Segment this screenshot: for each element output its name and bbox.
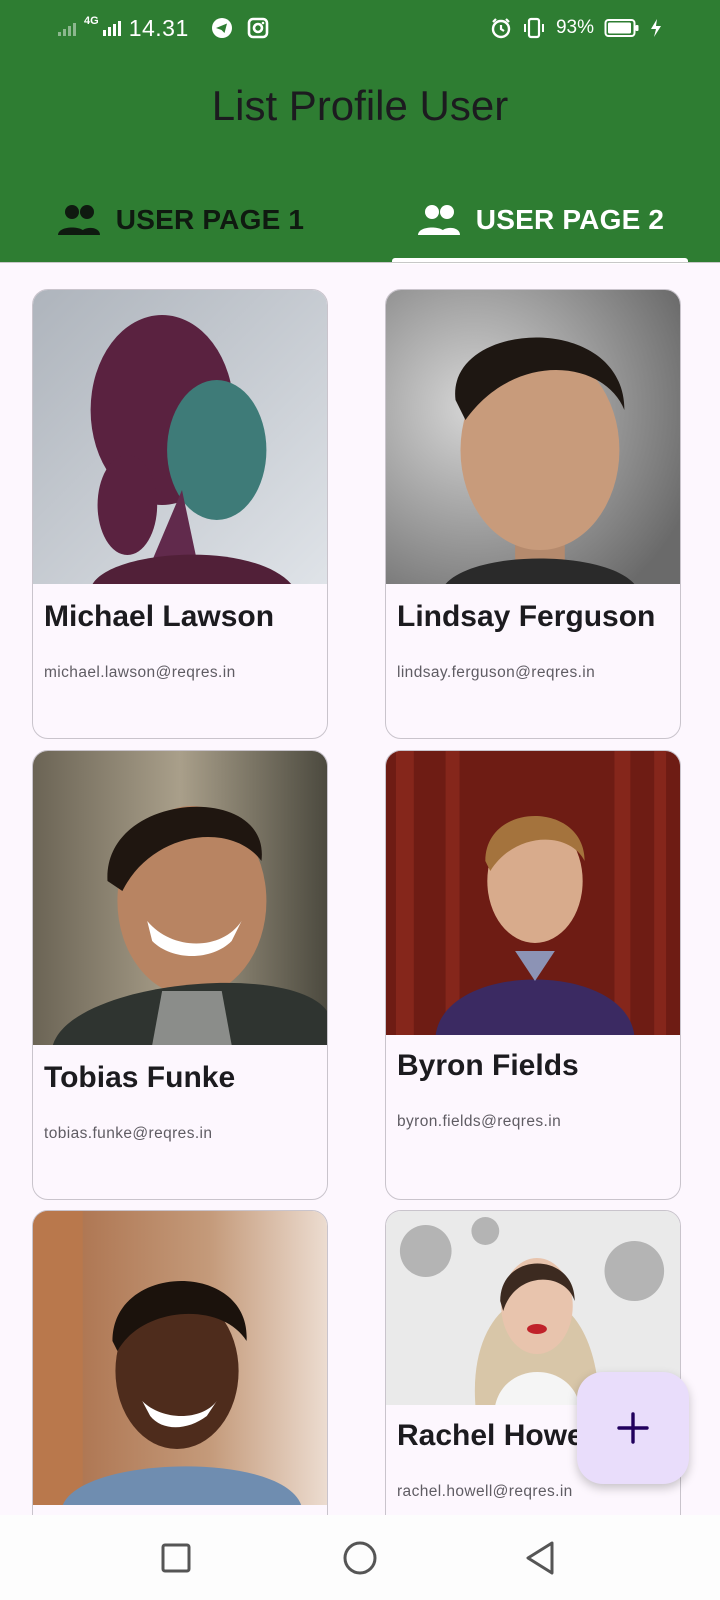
home-icon (342, 1540, 378, 1576)
user-avatar-photo (386, 751, 680, 1035)
user-email: tobias.funke@reqres.in (44, 1125, 213, 1142)
user-grid[interactable]: Michael Lawson michael.lawson@reqres.in … (0, 263, 720, 1515)
battery-icon (604, 18, 640, 38)
user-email: michael.lawson@reqres.in (44, 664, 236, 681)
tab-user-page-1[interactable]: USER PAGE 1 (0, 180, 360, 260)
status-time: 14.31 (128, 14, 189, 41)
user-avatar-photo (33, 1211, 327, 1505)
user-email: lindsay.ferguson@reqres.in (397, 664, 596, 681)
recents-button[interactable] (153, 1535, 199, 1581)
user-name: Lindsay Ferguson (397, 600, 656, 633)
tab-label: USER PAGE 1 (115, 204, 305, 235)
battery-percent: 93% (555, 17, 594, 38)
telegram-icon (211, 17, 233, 39)
user-card[interactable]: Tobias Funke tobias.funke@reqres.in (32, 750, 328, 1200)
instagram-icon (247, 17, 269, 39)
user-card[interactable]: Michael Lawson michael.lawson@reqres.in (32, 289, 328, 739)
user-name: Rachel Howell (397, 1419, 601, 1452)
network-type: 4G (84, 15, 99, 27)
user-name: Byron Fields (397, 1049, 579, 1082)
user-avatar-photo (386, 290, 680, 584)
tab-bar: USER PAGE 1 USER PAGE 2 (0, 180, 720, 260)
user-avatar-photo (33, 751, 327, 1045)
tab-label: USER PAGE 2 (475, 204, 665, 235)
system-nav-bar (0, 1515, 720, 1600)
signal-sim2-icon (58, 20, 76, 36)
user-card[interactable] (32, 1210, 328, 1515)
back-icon (522, 1540, 558, 1576)
alarm-icon (490, 17, 512, 39)
plus-icon (616, 1411, 650, 1445)
user-email: rachel.howell@reqres.in (397, 1483, 573, 1500)
signal-icon (102, 20, 121, 36)
user-card[interactable]: Byron Fields byron.fields@reqres.in (385, 750, 681, 1200)
user-avatar-photo (33, 290, 327, 584)
tab-user-page-2[interactable]: USER PAGE 2 (360, 180, 720, 260)
app-header: 4G 14.31 93% List Profile User USER PAGE… (0, 0, 720, 262)
vibrate-icon (522, 17, 546, 39)
back-button[interactable] (517, 1535, 563, 1581)
people-icon (56, 203, 102, 237)
user-email: byron.fields@reqres.in (397, 1113, 562, 1130)
user-name: Tobias Funke (44, 1061, 236, 1094)
user-card[interactable]: Lindsay Ferguson lindsay.ferguson@reqres… (385, 289, 681, 739)
add-user-button[interactable] (577, 1372, 689, 1484)
recents-icon (160, 1542, 192, 1574)
home-button[interactable] (337, 1535, 383, 1581)
user-name: Michael Lawson (44, 600, 275, 633)
status-bar: 4G 14.31 93% (0, 0, 720, 56)
page-title: List Profile User (211, 82, 509, 129)
charging-icon (650, 18, 662, 38)
people-icon (416, 203, 462, 237)
